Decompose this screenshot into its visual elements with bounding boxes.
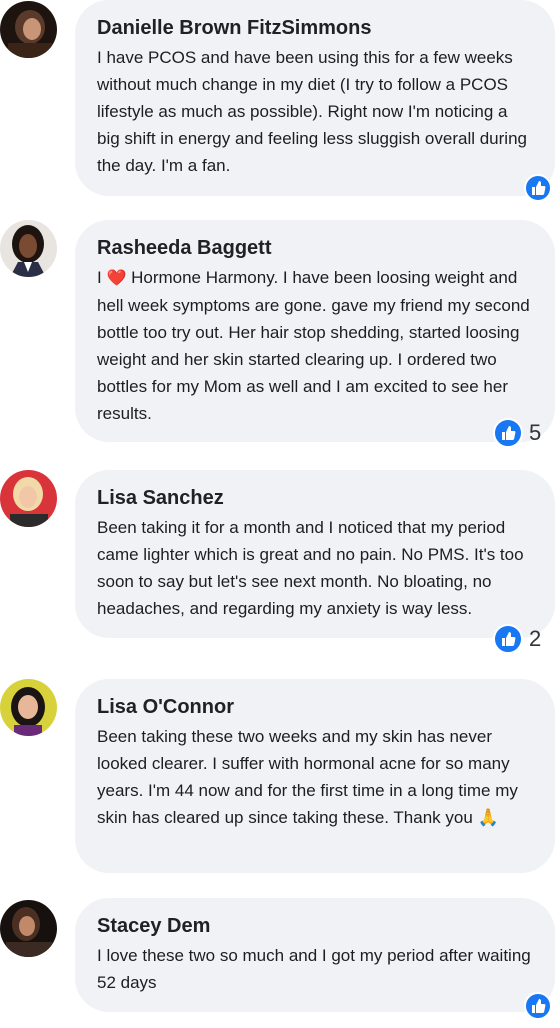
comment-text: I ❤️ Hormone Harmony. I have been loosin… xyxy=(97,264,533,427)
thumbs-up-icon xyxy=(524,992,552,1020)
avatar[interactable] xyxy=(0,1,57,58)
comment-text: I love these two so much and I got my pe… xyxy=(97,946,531,992)
reaction-count: 5 xyxy=(529,420,542,445)
avatar[interactable] xyxy=(0,220,57,277)
avatar[interactable] xyxy=(0,679,57,736)
comment-bubble: Lisa O'Connor Been taking these two week… xyxy=(75,679,555,873)
reaction-summary[interactable]: 5 xyxy=(493,418,541,448)
thumbs-up-icon xyxy=(493,624,523,654)
comment-bubble: Lisa Sanchez Been taking it for a month … xyxy=(75,470,555,638)
comment-author[interactable]: Stacey Dem xyxy=(97,912,533,940)
reaction-summary[interactable] xyxy=(524,174,552,202)
thumbs-up-icon xyxy=(493,418,523,448)
comment-bubble: Stacey Dem I love these two so much and … xyxy=(75,898,555,1012)
comment-author[interactable]: Rasheeda Baggett xyxy=(97,234,533,262)
comment-text: Been taking it for a month and I noticed… xyxy=(97,518,524,618)
heart-icon: ❤️ xyxy=(106,270,127,287)
comment-author[interactable]: Lisa O'Connor xyxy=(97,693,533,721)
comment-text-part: Hormone Harmony. I have been loosing wei… xyxy=(97,268,530,423)
avatar[interactable] xyxy=(0,900,57,957)
comment-author[interactable]: Danielle Brown FitzSimmons xyxy=(97,14,533,42)
comment-text: I have PCOS and have been using this for… xyxy=(97,48,527,175)
thumbs-up-icon xyxy=(524,174,552,202)
comment-text: Been taking these two weeks and my skin … xyxy=(97,727,518,827)
reaction-summary[interactable] xyxy=(524,992,552,1020)
avatar[interactable] xyxy=(0,470,57,527)
reaction-count: 2 xyxy=(529,626,542,651)
reaction-summary[interactable]: 2 xyxy=(493,624,541,654)
comment-bubble: Danielle Brown FitzSimmons I have PCOS a… xyxy=(75,0,555,196)
comment-author[interactable]: Lisa Sanchez xyxy=(97,484,533,512)
comment-bubble: Rasheeda Baggett I ❤️ Hormone Harmony. I… xyxy=(75,220,555,442)
